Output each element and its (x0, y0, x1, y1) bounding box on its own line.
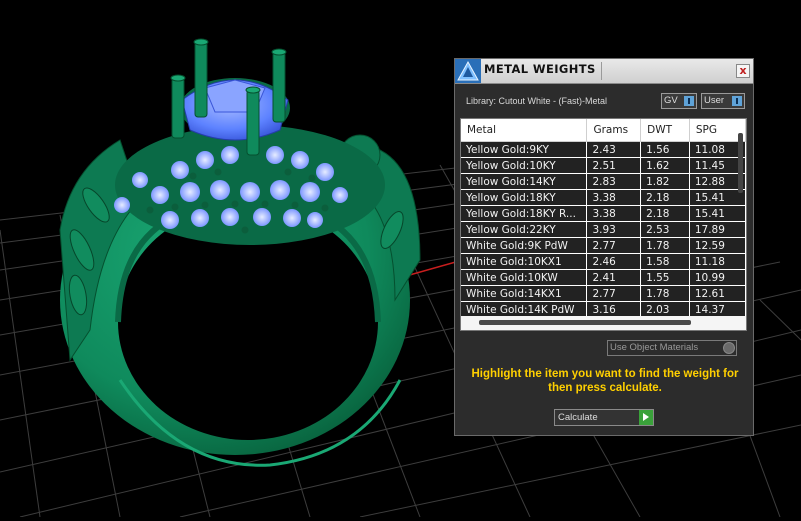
library-label: Library: Cutout White - (Fast)-Metal (466, 96, 608, 106)
table-row[interactable]: White Gold:14KX1 2.77 1.78 12.61 (461, 285, 746, 302)
horizontal-scroll-track (461, 316, 746, 330)
close-icon[interactable]: x (736, 64, 750, 78)
user-label: User (704, 95, 725, 106)
metal-weights-panel: METAL WEIGHTS x Library: Cutout White - … (454, 58, 754, 436)
table-cell: 2.77 (586, 285, 642, 302)
panel-titlebar[interactable]: METAL WEIGHTS x (455, 59, 753, 84)
table-cell: 2.41 (586, 269, 642, 286)
table-cell: Yellow Gold:18KY R... (461, 205, 588, 222)
table-cell: 3.38 (586, 205, 642, 222)
gear-icon (723, 342, 735, 354)
table-row[interactable]: Yellow Gold:18KY R... 3.38 2.18 15.41 (461, 205, 746, 222)
table-cell: 1.58 (640, 253, 690, 270)
horizontal-scrollbar[interactable] (479, 320, 691, 325)
metal-table[interactable]: Metal Grams DWT SPG Yellow Gold:9KY 2.43 1… (460, 118, 747, 331)
table-cell: 2.51 (586, 157, 642, 174)
table-cell: Yellow Gold:10KY (461, 157, 588, 174)
table-cell: White Gold:14KX1 (461, 285, 588, 302)
table-row[interactable]: Yellow Gold:9KY 2.43 1.56 11.08 (461, 141, 746, 158)
calculate-button[interactable]: Calculate (554, 409, 654, 426)
column-header[interactable]: Grams (586, 119, 642, 142)
table-cell: 3.38 (586, 189, 642, 206)
table-cell: White Gold:10KX1 (461, 253, 588, 270)
table-cell: 1.82 (640, 173, 690, 190)
table-row[interactable]: White Gold:10KX1 2.46 1.58 11.18 (461, 253, 746, 270)
table-cell: 2.43 (586, 141, 642, 158)
table-cell: 12.61 (689, 285, 746, 302)
table-cell: 10.99 (689, 269, 746, 286)
user-toggle-button[interactable]: User (701, 93, 745, 109)
instruction-message: Highlight the item you want to find the … (471, 368, 739, 394)
titlebar-divider (601, 62, 602, 80)
table-cell: 11.18 (689, 253, 746, 270)
column-header[interactable]: Metal (461, 119, 588, 142)
table-cell: 2.53 (640, 221, 690, 238)
table-cell: 15.41 (689, 189, 746, 206)
table-cell: 2.77 (586, 237, 642, 254)
table-cell: Yellow Gold:18KY (461, 189, 588, 206)
ring-model[interactable] (59, 38, 421, 467)
table-cell: White Gold:10KW (461, 269, 588, 286)
materials-label: Use Object Materials (610, 342, 699, 353)
table-row[interactable]: White Gold:10KW 2.41 1.55 10.99 (461, 269, 746, 286)
table-cell: 1.55 (640, 269, 690, 286)
table-cell: 1.78 (640, 285, 690, 302)
table-cell: Yellow Gold:14KY (461, 173, 588, 190)
table-row[interactable]: Yellow Gold:18KY 3.38 2.18 15.41 (461, 189, 746, 206)
table-cell: White Gold:9K PdW (461, 237, 588, 254)
gv-toggle-button[interactable]: GV (661, 93, 697, 109)
table-row[interactable]: Yellow Gold:10KY 2.51 1.62 11.45 (461, 157, 746, 174)
table-cell: 12.59 (689, 237, 746, 254)
play-icon (639, 410, 653, 425)
table-cell: Yellow Gold:22KY (461, 221, 588, 238)
triangle-logo-icon (455, 59, 481, 83)
toggle-icon (732, 96, 742, 106)
table-cell: 17.89 (689, 221, 746, 238)
table-row[interactable]: White Gold:9K PdW 2.77 1.78 12.59 (461, 237, 746, 254)
table-row[interactable]: Yellow Gold:22KY 3.93 2.53 17.89 (461, 221, 746, 238)
toggle-icon (684, 96, 694, 106)
table-cell: 1.62 (640, 157, 690, 174)
table-cell: 2.18 (640, 189, 690, 206)
table-cell: Yellow Gold:9KY (461, 141, 588, 158)
table-cell: 2.18 (640, 205, 690, 222)
table-cell: 1.56 (640, 141, 690, 158)
table-cell: 2.46 (586, 253, 642, 270)
gv-label: GV (664, 95, 678, 106)
table-cell: 15.41 (689, 205, 746, 222)
table-cell: 3.93 (586, 221, 642, 238)
calculate-label: Calculate (558, 412, 598, 423)
table-cell: 2.83 (586, 173, 642, 190)
use-object-materials-button[interactable]: Use Object Materials (607, 340, 737, 356)
table-cell: 1.78 (640, 237, 690, 254)
vertical-scrollbar[interactable] (738, 133, 743, 193)
column-header[interactable]: DWT (640, 119, 690, 142)
panel-title: METAL WEIGHTS (484, 62, 596, 76)
table-row[interactable]: Yellow Gold:14KY 2.83 1.82 12.88 (461, 173, 746, 190)
table-header-row: Metal Grams DWT SPG (461, 119, 746, 142)
